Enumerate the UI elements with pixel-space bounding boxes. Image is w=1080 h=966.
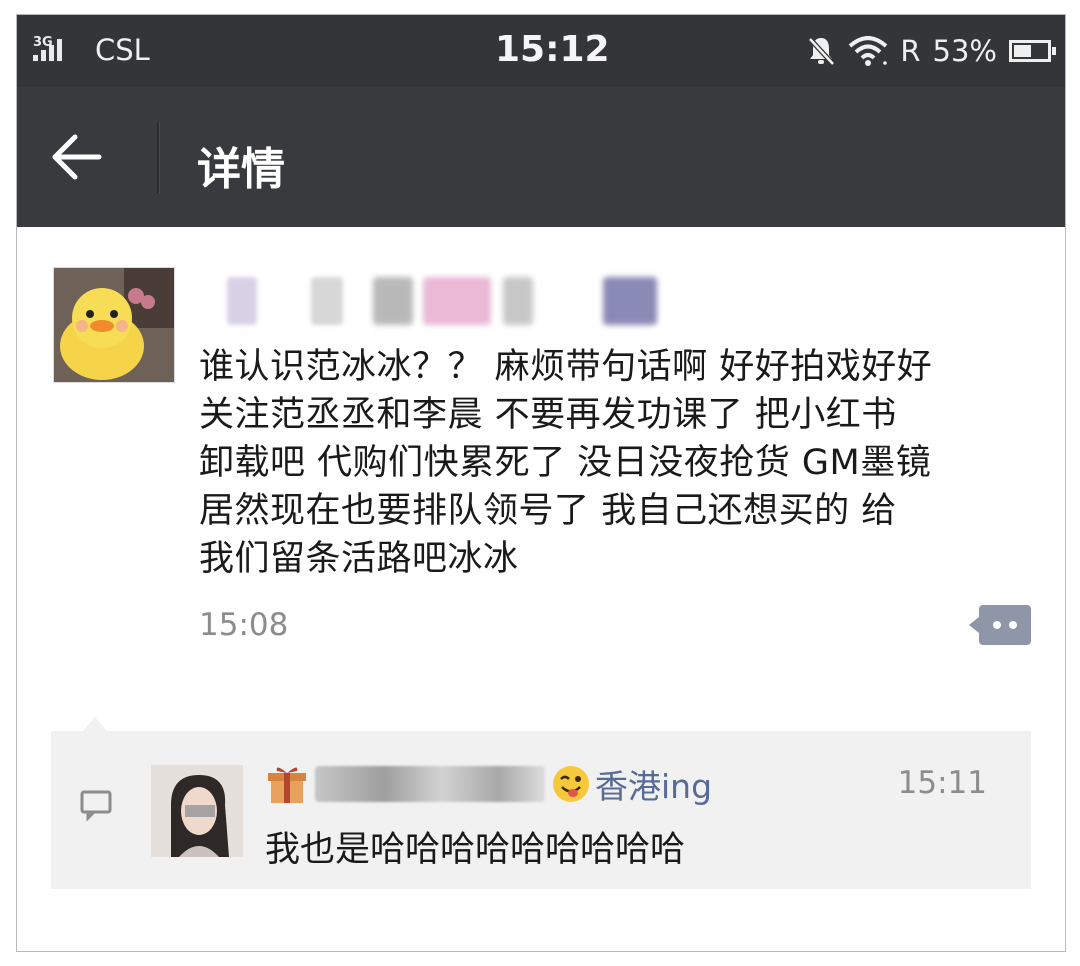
commenter-name-suffix: 香港ing bbox=[595, 767, 713, 806]
signal-icon: 3G bbox=[33, 35, 77, 63]
battery-icon bbox=[1009, 40, 1056, 62]
roaming-indicator: R bbox=[900, 34, 921, 68]
girl-avatar-image bbox=[151, 765, 243, 857]
comment-author[interactable]: 香港ing bbox=[265, 759, 712, 809]
comment-text: 我也是哈哈哈哈哈哈哈哈哈 bbox=[265, 830, 686, 870]
mute-bell-icon bbox=[808, 37, 836, 66]
back-button[interactable] bbox=[47, 127, 127, 187]
comment-time: 15:11 bbox=[897, 765, 987, 801]
author-name-redacted bbox=[227, 277, 657, 329]
status-indicators: R 53% bbox=[806, 31, 1056, 71]
arrow-left-icon bbox=[52, 134, 102, 180]
commenter-name-redacted bbox=[315, 766, 545, 802]
app-bar-divider bbox=[157, 123, 159, 193]
comment-icon bbox=[79, 787, 113, 822]
commenter-avatar[interactable] bbox=[151, 765, 243, 857]
post-text: 谁认识范冰冰？？ 麻烦带句话啊 好好拍戏好好 关注范丞丞和李晨 不要再发功课了 … bbox=[199, 347, 933, 579]
carrier-name: CSL bbox=[95, 33, 150, 67]
phone-screen: 3G CSL 15:12 R 53% 详情 谁认识范冰冰？？ 麻烦带句话啊 好好… bbox=[16, 14, 1066, 952]
status-bar: 3G CSL 15:12 R 53% bbox=[17, 15, 1065, 87]
comment-panel: 香港ing 15:11 我也是哈哈哈哈哈哈哈哈哈 bbox=[51, 731, 1031, 889]
comment-like-menu-button[interactable] bbox=[969, 603, 1031, 647]
gift-icon bbox=[268, 767, 306, 803]
comment-panel-pointer bbox=[83, 717, 107, 731]
wink-tongue-emoji-icon bbox=[553, 766, 589, 802]
battery-level bbox=[1014, 45, 1031, 57]
post-time: 15:08 bbox=[199, 607, 289, 643]
battery-percent: 53% bbox=[932, 34, 997, 68]
app-bar: 详情 bbox=[17, 87, 1065, 227]
duck-avatar-image bbox=[54, 268, 174, 382]
more-dots-icon bbox=[969, 605, 1031, 645]
status-clock: 15:12 bbox=[495, 29, 610, 70]
author-avatar[interactable] bbox=[53, 267, 175, 383]
wifi-icon bbox=[849, 36, 888, 66]
page-title: 详情 bbox=[197, 144, 285, 195]
